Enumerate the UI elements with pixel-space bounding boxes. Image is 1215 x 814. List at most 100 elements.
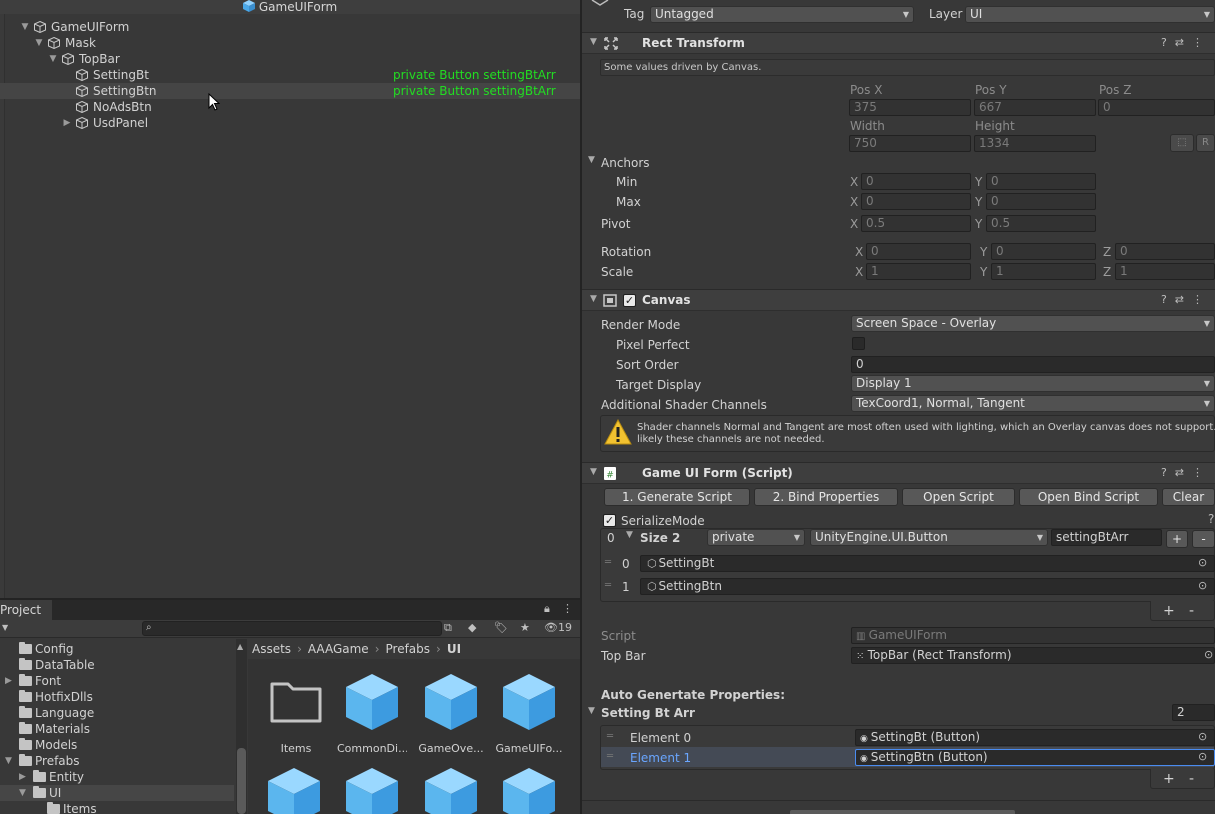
hierarchy-row-settingbtn[interactable]: SettingBtn private Button settingBtArr bbox=[0, 83, 580, 99]
collapsed-arrow-icon[interactable]: ▶ bbox=[5, 673, 12, 689]
expand-arrow-icon[interactable]: ▼ bbox=[19, 785, 26, 801]
pivot-y-field[interactable]: 0.5 bbox=[986, 215, 1096, 232]
bind-properties-button[interactable]: 2. Bind Properties bbox=[754, 488, 898, 506]
presets-icon[interactable]: ⇄ bbox=[1175, 466, 1192, 479]
breadcrumb-ui[interactable]: UI bbox=[447, 642, 461, 656]
foldout-arrow-icon[interactable]: ▼ bbox=[626, 530, 633, 540]
object-picker-icon[interactable]: ⊙ bbox=[1204, 648, 1213, 661]
prefab-cube-icon[interactable] bbox=[266, 766, 322, 814]
element-remove-button[interactable]: - bbox=[1189, 771, 1194, 787]
presets-icon[interactable]: ⇄ bbox=[1175, 36, 1192, 49]
folder-row-ui[interactable]: ▼ UI bbox=[0, 785, 234, 801]
object-picker-icon[interactable]: ⊙ bbox=[1198, 556, 1207, 569]
foldout-arrow-icon[interactable]: ▼ bbox=[590, 294, 597, 304]
folder-row-items[interactable]: Items bbox=[0, 801, 234, 814]
gameobject-icon[interactable] bbox=[590, 0, 612, 10]
foldout-arrow-icon[interactable]: ▼ bbox=[588, 155, 595, 165]
project-search-input[interactable] bbox=[142, 621, 442, 636]
asset-gameover-prefab[interactable]: GameOve... bbox=[416, 672, 486, 756]
add-bind-button[interactable]: + bbox=[1166, 530, 1188, 548]
bind-object-field-1[interactable]: ⬡ SettingBtn bbox=[640, 578, 1215, 595]
prefab-cube-icon[interactable] bbox=[501, 766, 557, 814]
rect-transform-header[interactable]: ▼ Rect Transform ?⇄⋮ bbox=[582, 32, 1215, 54]
asset-items-folder[interactable]: Items bbox=[261, 672, 331, 756]
kebab-menu-icon[interactable]: ⋮ bbox=[1192, 466, 1211, 479]
create-dropdown-icon[interactable]: ▼ bbox=[2, 620, 8, 636]
rotation-z-field[interactable]: 0 bbox=[1115, 243, 1215, 260]
canvas-header[interactable]: ▼ ✓ Canvas ?⇄⋮ bbox=[582, 289, 1215, 311]
component-type-dropdown[interactable]: UnityEngine.UI.Button ▼ bbox=[810, 529, 1048, 546]
drag-handle-icon[interactable]: ═ bbox=[607, 731, 613, 742]
anchor-max-y-field[interactable]: 0 bbox=[986, 193, 1096, 210]
list-remove-button[interactable]: - bbox=[1189, 603, 1194, 619]
layer-dropdown[interactable]: UI ▼ bbox=[965, 6, 1215, 23]
variable-name-input[interactable]: settingBtArr bbox=[1051, 529, 1162, 546]
lock-icon[interactable]: 🔒︎ bbox=[544, 601, 550, 617]
tag-dropdown[interactable]: Untagged ▼ bbox=[650, 6, 914, 23]
add-component-button[interactable] bbox=[790, 810, 1015, 814]
element-0-field[interactable]: ◉ SettingBt (Button) bbox=[855, 729, 1215, 746]
prefab-cube-icon[interactable] bbox=[344, 766, 400, 814]
collapsed-arrow-icon[interactable]: ▶ bbox=[19, 769, 26, 785]
help-icon[interactable]: ? bbox=[1208, 512, 1214, 526]
object-picker-icon[interactable]: ⊙ bbox=[1198, 579, 1207, 592]
breadcrumb-prefabs[interactable]: Prefabs bbox=[386, 642, 431, 656]
object-picker-icon[interactable]: ⊙ bbox=[1198, 730, 1207, 743]
breadcrumb-aaagame[interactable]: AAAGame bbox=[308, 642, 369, 656]
breadcrumb-assets[interactable]: Assets bbox=[252, 642, 291, 656]
shader-channels-dropdown[interactable]: TexCoord1, Normal, Tangent ▼ bbox=[851, 395, 1215, 412]
asset-gameuiform-prefab[interactable]: GameUIFo... bbox=[494, 672, 564, 756]
list-add-button[interactable]: + bbox=[1163, 603, 1175, 619]
anchor-min-y-field[interactable]: 0 bbox=[986, 173, 1096, 190]
favorite-star-icon[interactable]: ★ bbox=[520, 620, 530, 636]
folder-row-materials[interactable]: Materials bbox=[0, 721, 234, 737]
element-add-button[interactable]: + bbox=[1163, 771, 1175, 787]
open-bind-script-button[interactable]: Open Bind Script bbox=[1019, 488, 1158, 506]
serialize-mode-checkbox[interactable]: ✓ bbox=[603, 514, 616, 527]
help-icon[interactable]: ? bbox=[1161, 293, 1175, 306]
render-mode-dropdown[interactable]: Screen Space - Overlay ▼ bbox=[851, 315, 1215, 332]
hierarchy-row-settingbt[interactable]: SettingBt private Button settingBtArr bbox=[0, 67, 580, 83]
hierarchy-row-usdpanel[interactable]: ▶ UsdPanel bbox=[0, 115, 580, 131]
scale-x-field[interactable]: 1 bbox=[866, 263, 971, 280]
generate-script-button[interactable]: 1. Generate Script bbox=[604, 488, 750, 506]
folder-row-models[interactable]: Models bbox=[0, 737, 234, 753]
hierarchy-row-mask[interactable]: ▼ Mask bbox=[0, 35, 580, 51]
help-icon[interactable]: ? bbox=[1161, 466, 1175, 479]
expand-arrow-icon[interactable]: ▼ bbox=[5, 753, 12, 769]
expand-arrow-icon[interactable]: ▼ bbox=[48, 51, 58, 67]
topbar-field[interactable]: ⁙ TopBar (Rect Transform) bbox=[851, 647, 1215, 664]
pos-x-field[interactable]: 375 bbox=[849, 99, 971, 116]
drag-handle-icon[interactable]: ═ bbox=[607, 751, 613, 762]
folder-row-entity[interactable]: ▶ Entity bbox=[0, 769, 234, 785]
kebab-menu-icon[interactable]: ⋮ bbox=[1192, 36, 1211, 49]
scale-y-field[interactable]: 1 bbox=[991, 263, 1096, 280]
hierarchy-row-gameuiform[interactable]: ▼ GameUIForm bbox=[0, 19, 580, 35]
sort-order-field[interactable]: 0 bbox=[851, 356, 1215, 373]
folder-row-language[interactable]: Language bbox=[0, 705, 234, 721]
access-modifier-dropdown[interactable]: private ▼ bbox=[707, 529, 805, 546]
object-picker-icon[interactable]: ⊙ bbox=[1198, 750, 1207, 763]
rotation-x-field[interactable]: 0 bbox=[866, 243, 971, 260]
hierarchy-row-noadsbtn[interactable]: NoAdsBtn bbox=[0, 99, 580, 115]
width-field[interactable]: 750 bbox=[849, 135, 971, 152]
pos-z-field[interactable]: 0 bbox=[1098, 99, 1215, 116]
asset-commondialog-prefab[interactable]: CommonDi... bbox=[337, 672, 407, 756]
raw-edit-button[interactable]: R bbox=[1196, 134, 1215, 152]
folder-row-font[interactable]: ▶ Font bbox=[0, 673, 234, 689]
clear-button[interactable]: Clear bbox=[1162, 488, 1215, 506]
pixel-perfect-checkbox[interactable] bbox=[852, 337, 865, 350]
canvas-enabled-checkbox[interactable]: ✓ bbox=[623, 294, 636, 307]
presets-icon[interactable]: ⇄ bbox=[1175, 293, 1192, 306]
rotation-y-field[interactable]: 0 bbox=[991, 243, 1096, 260]
expand-arrow-icon[interactable]: ▼ bbox=[20, 19, 30, 35]
filter-type-icon[interactable]: ◆ bbox=[468, 620, 476, 636]
remove-bind-button[interactable]: - bbox=[1192, 530, 1215, 548]
kebab-menu-icon[interactable]: ⋮ bbox=[562, 601, 573, 617]
foldout-arrow-icon[interactable]: ▼ bbox=[588, 706, 595, 716]
search-by-type-icon[interactable]: ⧉ bbox=[444, 620, 452, 636]
pivot-x-field[interactable]: 0.5 bbox=[861, 215, 971, 232]
target-display-dropdown[interactable]: Display 1 ▼ bbox=[851, 375, 1215, 392]
label-tag-icon[interactable]: 🏷︎ bbox=[494, 620, 508, 636]
folder-row-prefabs[interactable]: ▼ Prefabs bbox=[0, 753, 234, 769]
